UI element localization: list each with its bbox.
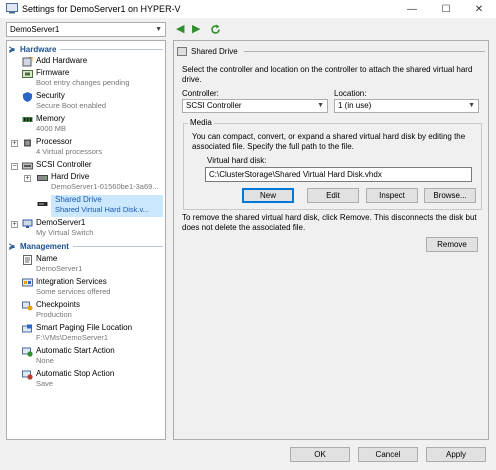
remove-description: To remove the shared virtual hard disk, … xyxy=(182,213,477,232)
memory-icon xyxy=(22,117,33,122)
cancel-button[interactable]: Cancel xyxy=(358,447,418,462)
tree-item-network-adapter[interactable]: DemoServer1 My Virtual Switch xyxy=(22,218,162,240)
tree-item-security[interactable]: Security Secure Boot enabled xyxy=(22,91,162,113)
location-select[interactable]: 1 (in use) ▼ xyxy=(334,99,479,113)
remove-button[interactable]: Remove xyxy=(426,237,478,252)
server-select-value: DemoServer1 xyxy=(10,25,60,34)
apply-button[interactable]: Apply xyxy=(426,447,486,462)
minimize-button[interactable]: — xyxy=(395,0,429,18)
firmware-icon xyxy=(22,70,33,78)
collapse-icon: ≽ xyxy=(8,44,16,54)
collapse-scsi-icon[interactable]: − xyxy=(11,163,18,170)
settings-tree: ≽ Hardware Add Hardware Firmware Boot en… xyxy=(6,40,166,440)
scsi-controller-icon xyxy=(22,162,33,170)
tree-item-name[interactable]: Name DemoServer1 xyxy=(22,254,162,276)
new-button[interactable]: New xyxy=(242,188,294,203)
checkpoints-icon xyxy=(22,301,33,311)
smart-paging-icon xyxy=(22,324,32,333)
back-arrow-icon[interactable]: ◀ xyxy=(176,22,184,35)
name-icon xyxy=(23,255,32,265)
management-section-header[interactable]: ≽ Management xyxy=(7,241,165,251)
browse-button[interactable]: Browse... xyxy=(424,188,476,203)
chevron-down-icon: ▼ xyxy=(317,102,324,109)
stop-action-icon xyxy=(22,370,33,380)
hard-drive-icon xyxy=(37,175,48,181)
tree-item-firmware[interactable]: Firmware Boot entry changes pending xyxy=(22,68,162,90)
media-description: You can compact, convert, or expand a sh… xyxy=(192,132,466,151)
hardware-section-header[interactable]: ≽ Hardware xyxy=(7,44,165,54)
start-action-icon xyxy=(22,347,33,357)
ok-button[interactable]: OK xyxy=(290,447,350,462)
tree-item-integration-services[interactable]: Integration Services Some services offer… xyxy=(22,277,162,299)
processor-icon xyxy=(24,139,31,147)
maximize-button[interactable]: ☐ xyxy=(429,0,463,18)
tree-item-smart-paging[interactable]: Smart Paging File Location F:\VMs\DemoSe… xyxy=(22,323,162,345)
title-bar: Settings for DemoServer1 on HYPER-V — ☐ … xyxy=(0,0,496,18)
tree-item-checkpoints[interactable]: Checkpoints Production xyxy=(22,300,162,322)
shield-icon xyxy=(23,92,32,102)
panel-description: Select the controller and location on th… xyxy=(182,65,473,84)
controller-label: Controller: xyxy=(182,89,219,98)
server-select[interactable]: DemoServer1 ▼ xyxy=(6,22,166,37)
vhd-label: Virtual hard disk: xyxy=(207,156,267,165)
forward-arrow-icon[interactable]: ▶ xyxy=(192,22,200,35)
media-group: Media You can compact, convert, or expan… xyxy=(183,118,482,210)
chevron-down-icon: ▼ xyxy=(468,102,475,109)
window-title: Settings for DemoServer1 on HYPER-V xyxy=(22,4,181,14)
expand-hard-drive-icon[interactable]: + xyxy=(24,175,31,182)
tree-item-automatic-start[interactable]: Automatic Start Action None xyxy=(22,346,162,368)
collapse-icon: ≽ xyxy=(8,241,16,251)
close-button[interactable]: ✕ xyxy=(462,0,496,18)
shared-drive-header-icon xyxy=(177,46,187,56)
tree-item-memory[interactable]: Memory 4000 MB xyxy=(22,114,162,136)
chevron-down-icon: ▼ xyxy=(155,26,162,33)
tree-item-automatic-stop[interactable]: Automatic Stop Action Save xyxy=(22,369,162,391)
shared-drive-panel: Shared Drive Select the controller and l… xyxy=(173,40,489,440)
tree-item-shared-drive[interactable]: Shared Drive Shared Virtual Hard Disk.v.… xyxy=(37,195,163,217)
add-hardware-icon xyxy=(22,57,33,67)
integration-services-icon xyxy=(22,278,33,287)
network-adapter-icon xyxy=(22,219,33,228)
location-label: Location: xyxy=(334,89,367,98)
hyperv-settings-icon xyxy=(6,3,18,14)
refresh-icon[interactable] xyxy=(210,24,221,35)
expand-network-adapter-icon[interactable]: + xyxy=(11,221,18,228)
controller-select[interactable]: SCSI Controller ▼ xyxy=(182,99,328,113)
expand-processor-icon[interactable]: + xyxy=(11,140,18,147)
tree-item-processor[interactable]: Processor 4 Virtual processors xyxy=(22,137,162,159)
vhd-path-input[interactable]: C:\ClusterStorage\Shared Virtual Hard Di… xyxy=(205,167,472,182)
media-legend: Media xyxy=(188,118,214,127)
tree-item-hard-drive[interactable]: Hard Drive DemoServer1-01560be1-3a69... xyxy=(37,172,165,194)
inspect-button[interactable]: Inspect xyxy=(366,188,418,203)
panel-header: Shared Drive xyxy=(177,46,485,56)
edit-button[interactable]: Edit xyxy=(307,188,359,203)
shared-drive-icon xyxy=(37,202,48,206)
